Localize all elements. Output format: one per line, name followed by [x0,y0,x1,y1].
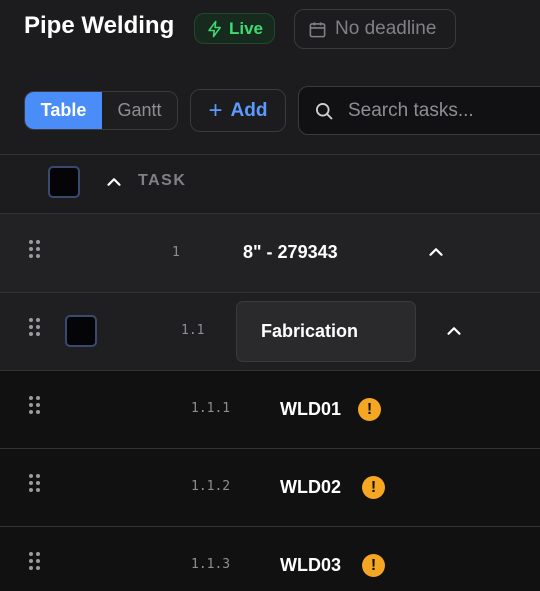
task-name[interactable]: WLD03 [280,555,341,576]
calendar-icon [309,21,326,37]
select-all-checkbox[interactable] [48,166,80,198]
row-number: 1.1.3 [191,557,231,572]
task-name[interactable]: 8" - 279343 [243,242,338,263]
task-name[interactable]: WLD01 [280,399,341,420]
task-table: TASK 1 8" - 279343 1.1 Fabrication 1.1.1… [0,154,540,591]
status-badge[interactable]: Live [194,13,275,44]
view-tab-table[interactable]: Table [25,92,102,129]
drag-handle-icon[interactable] [29,240,43,260]
plus-icon: + [208,96,223,124]
task-name-editor[interactable]: Fabrication [236,301,416,362]
add-button[interactable]: + Add [190,89,286,132]
table-row[interactable]: 1.1.2 WLD02 ! [0,448,540,526]
chevron-up-icon[interactable] [103,171,125,193]
column-header-task[interactable]: TASK [138,172,186,190]
drag-handle-icon[interactable] [29,552,43,572]
warning-icon[interactable]: ! [362,476,385,499]
table-header-row: TASK [0,154,540,213]
add-button-label: Add [230,99,268,121]
table-row[interactable]: 1.1.3 WLD03 ! [0,526,540,591]
deadline-button[interactable]: No deadline [294,9,456,49]
row-number: 1 [172,245,180,260]
search-icon [316,102,333,119]
task-name[interactable]: WLD02 [280,477,341,498]
chevron-up-icon[interactable] [425,241,447,263]
drag-handle-icon[interactable] [29,474,43,494]
table-row[interactable]: 1 8" - 279343 [0,213,540,292]
warning-icon[interactable]: ! [362,554,385,577]
search-input[interactable] [348,99,540,122]
warning-icon[interactable]: ! [358,398,381,421]
task-name: Fabrication [261,321,359,341]
status-label: Live [228,18,264,38]
drag-handle-icon[interactable] [29,396,43,416]
drag-handle-icon[interactable] [29,318,43,338]
chevron-up-icon[interactable] [443,320,465,342]
table-row[interactable]: 1.1.1 WLD01 ! [0,370,540,448]
toolbar: Table Gantt + Add [0,85,540,137]
view-toggle: Table Gantt [24,91,178,130]
row-checkbox[interactable] [65,315,97,347]
page-title: Pipe Welding [24,12,175,39]
row-number: 1.1.1 [191,401,231,416]
view-tab-gantt[interactable]: Gantt [102,92,177,129]
row-number: 1.1.2 [191,479,231,494]
lightning-icon [208,20,221,37]
deadline-label: No deadline [335,18,437,39]
row-number: 1.1 [181,323,205,338]
page-header: Pipe Welding Live No deadline [0,0,540,60]
table-row[interactable]: 1.1 Fabrication [0,292,540,370]
search-box [298,86,540,135]
